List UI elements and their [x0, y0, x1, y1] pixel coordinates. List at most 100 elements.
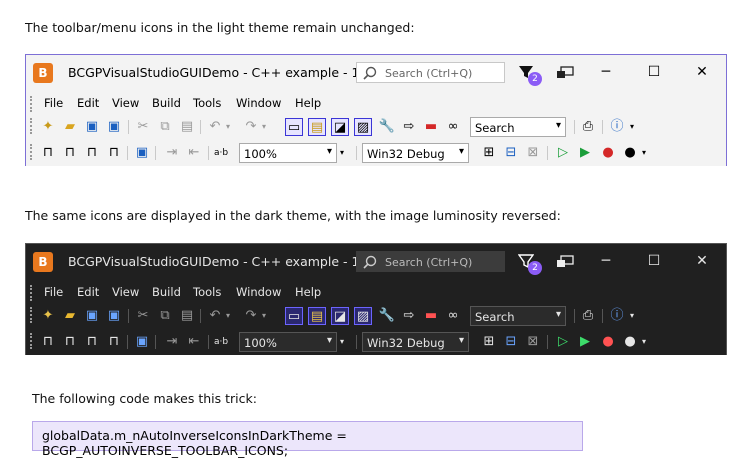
- undo-dropdown-icon[interactable]: ▾: [226, 311, 230, 320]
- toolbar-grip[interactable]: [30, 144, 35, 160]
- paste-icon[interactable]: ▤: [178, 307, 196, 325]
- zoom-overflow-icon[interactable]: ▾: [340, 337, 344, 346]
- toolbar-overflow-icon[interactable]: ▾: [642, 337, 646, 346]
- redo-dropdown-icon[interactable]: ▾: [262, 122, 266, 131]
- close-button[interactable]: ✕: [692, 64, 712, 80]
- bookmark-next-icon[interactable]: ⊓: [83, 333, 101, 351]
- solution-explorer-icon[interactable]: ▤: [308, 118, 326, 136]
- export-icon[interactable]: ⇨: [400, 307, 418, 325]
- menu-tools[interactable]: Tools: [193, 285, 221, 299]
- clean-icon[interactable]: ⊠: [524, 333, 542, 351]
- export-icon[interactable]: ⇨: [400, 118, 418, 136]
- open-folder-icon[interactable]: ▰: [61, 307, 79, 325]
- close-button[interactable]: ✕: [692, 253, 712, 269]
- toolbox-icon[interactable]: ▬: [422, 307, 440, 325]
- toolbar-overflow-icon[interactable]: ▾: [630, 311, 634, 320]
- feedback-icon[interactable]: [556, 254, 574, 273]
- build-icon[interactable]: ⊞: [480, 333, 498, 351]
- window-layout-icon[interactable]: ▭: [285, 307, 303, 325]
- glasses-icon[interactable]: ∞: [444, 118, 462, 136]
- menu-edit[interactable]: Edit: [77, 96, 99, 110]
- outdent-icon[interactable]: ⇤: [185, 144, 203, 162]
- start-debugging-icon[interactable]: ▶: [576, 144, 594, 162]
- menu-view[interactable]: View: [112, 285, 139, 299]
- search-combo[interactable]: Search ▾: [470, 306, 566, 326]
- toolbar-overflow-icon[interactable]: ▾: [642, 148, 646, 157]
- save-icon[interactable]: ▣: [83, 307, 101, 325]
- new-file-icon[interactable]: ✦: [39, 118, 57, 136]
- copy-icon[interactable]: ⧉: [156, 118, 174, 136]
- search-box[interactable]: Search (Ctrl+Q): [356, 62, 505, 83]
- menu-help[interactable]: Help: [295, 96, 321, 110]
- minimize-button[interactable]: ─: [596, 253, 616, 269]
- clean-icon[interactable]: ⊠: [524, 144, 542, 162]
- bookmark-icon[interactable]: ⊓: [39, 333, 57, 351]
- menu-build[interactable]: Build: [152, 285, 181, 299]
- save-all-icon[interactable]: ▣: [105, 307, 123, 325]
- menu-help[interactable]: Help: [295, 285, 321, 299]
- bookmark-next-icon[interactable]: ⊓: [83, 144, 101, 162]
- glasses-icon[interactable]: ∞: [444, 307, 462, 325]
- rebuild-icon[interactable]: ⊟: [502, 144, 520, 162]
- toolbox-icon[interactable]: ▬: [422, 118, 440, 136]
- maximize-button[interactable]: ☐: [644, 253, 664, 269]
- zoom-combo[interactable]: 100% ▾: [239, 143, 337, 163]
- start-without-debugging-icon[interactable]: ▷: [554, 144, 572, 162]
- bookmark-prev-icon[interactable]: ⊓: [61, 144, 79, 162]
- cut-icon[interactable]: ✂: [134, 307, 152, 325]
- properties-window-icon[interactable]: ▨: [354, 118, 372, 136]
- start-without-debugging-icon[interactable]: ▷: [554, 333, 572, 351]
- class-view-icon[interactable]: ◪: [331, 118, 349, 136]
- find-in-files-icon[interactable]: ▣: [133, 333, 151, 351]
- breakpoint-icon[interactable]: ●: [599, 144, 617, 162]
- open-folder-icon[interactable]: ▰: [61, 118, 79, 136]
- undo-dropdown-icon[interactable]: ▾: [226, 122, 230, 131]
- help-icon[interactable]: ⓘ: [608, 307, 626, 325]
- redo-dropdown-icon[interactable]: ▾: [262, 311, 266, 320]
- zoom-overflow-icon[interactable]: ▾: [340, 148, 344, 157]
- properties-window-icon[interactable]: ▨: [354, 307, 372, 325]
- wrench-icon[interactable]: 🔧: [378, 307, 396, 325]
- maximize-button[interactable]: ☐: [644, 64, 664, 80]
- redo-icon[interactable]: ↷: [242, 307, 260, 325]
- minimize-button[interactable]: ─: [596, 64, 616, 80]
- menu-grip[interactable]: [30, 285, 35, 301]
- menu-view[interactable]: View: [112, 96, 139, 110]
- cut-icon[interactable]: ✂: [134, 118, 152, 136]
- redo-icon[interactable]: ↷: [242, 118, 260, 136]
- help-icon[interactable]: ⓘ: [608, 118, 626, 136]
- toolbar-grip[interactable]: [30, 333, 35, 349]
- menu-tools[interactable]: Tools: [193, 96, 221, 110]
- find-in-files-icon[interactable]: ▣: [133, 144, 151, 162]
- bookmark-prev-icon[interactable]: ⊓: [61, 333, 79, 351]
- solution-explorer-icon[interactable]: ▤: [308, 307, 326, 325]
- delete-breakpoints-icon[interactable]: ●: [621, 144, 639, 162]
- toolbar-grip[interactable]: [30, 307, 35, 323]
- search-box[interactable]: Search (Ctrl+Q): [356, 251, 505, 272]
- menu-window[interactable]: Window: [236, 285, 281, 299]
- menu-file[interactable]: File: [44, 285, 63, 299]
- build-icon[interactable]: ⊞: [480, 144, 498, 162]
- bookmark-clear-icon[interactable]: ⊓: [105, 144, 123, 162]
- save-all-icon[interactable]: ▣: [105, 118, 123, 136]
- feedback-icon[interactable]: [556, 65, 574, 84]
- toolbar-grip[interactable]: [30, 118, 35, 134]
- bookmark-icon[interactable]: ⊓: [39, 144, 57, 162]
- indent-icon[interactable]: ⇥: [163, 333, 181, 351]
- print-icon[interactable]: ⎙: [579, 307, 597, 325]
- class-view-icon[interactable]: ◪: [331, 307, 349, 325]
- undo-icon[interactable]: ↶: [206, 118, 224, 136]
- indent-icon[interactable]: ⇥: [163, 144, 181, 162]
- menu-edit[interactable]: Edit: [77, 285, 99, 299]
- search-combo[interactable]: Search ▾: [470, 117, 566, 137]
- zoom-combo[interactable]: 100% ▾: [239, 332, 337, 352]
- save-icon[interactable]: ▣: [83, 118, 101, 136]
- paste-icon[interactable]: ▤: [178, 118, 196, 136]
- print-icon[interactable]: ⎙: [579, 118, 597, 136]
- menu-window[interactable]: Window: [236, 96, 281, 110]
- menu-file[interactable]: File: [44, 96, 63, 110]
- bookmark-clear-icon[interactable]: ⊓: [105, 333, 123, 351]
- new-file-icon[interactable]: ✦: [39, 307, 57, 325]
- configuration-combo[interactable]: Win32 Debug ▾: [362, 143, 469, 163]
- breakpoint-icon[interactable]: ●: [599, 333, 617, 351]
